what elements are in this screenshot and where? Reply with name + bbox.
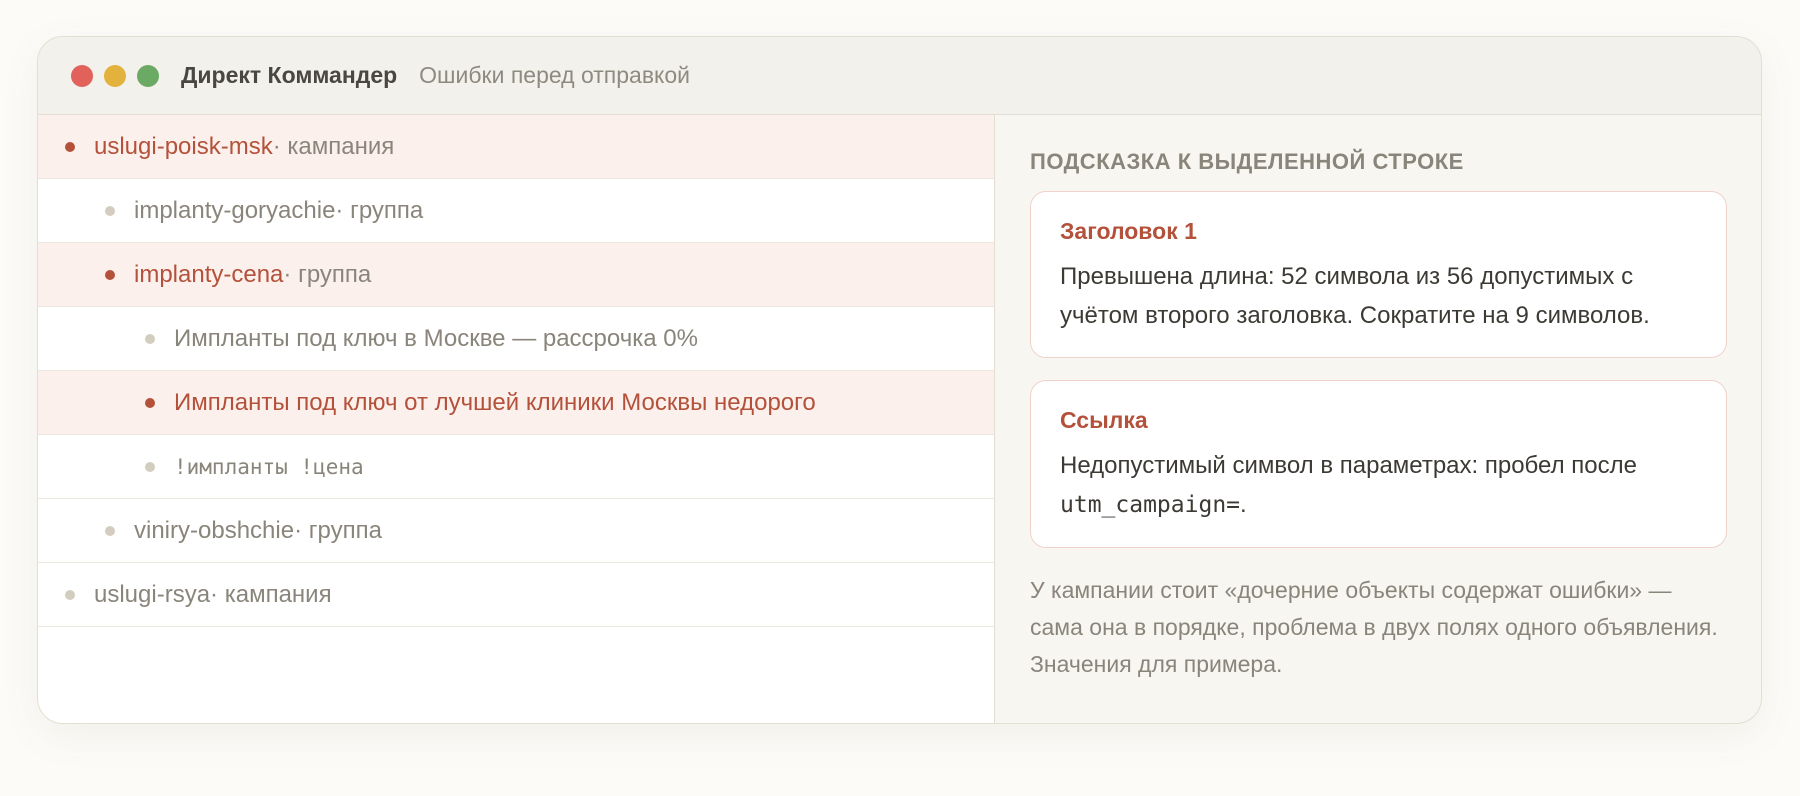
tree-row[interactable]: !импланты !цена [38,435,994,499]
error-bullet-icon [65,141,75,152]
tree-row-name: implanty-goryachie [134,196,336,224]
tree-row-kind: · кампания [210,580,332,608]
tree-row-name: !импланты !цена [174,454,364,479]
tree-row-kind: · группа [283,260,372,288]
tree-row-kind: · группа [294,516,382,544]
bullet-icon [105,525,115,536]
error-bullet-icon [145,397,155,408]
hint-heading: ПОДСКАЗКА К ВЫДЕЛЕННОЙ СТРОКЕ [1030,149,1464,174]
tree-row-name: uslugi-rsya [94,580,211,608]
tree-row[interactable]: uslugi-poisk-msk · кампания [38,115,994,179]
tree-row[interactable]: viniry-obshchie · группа [38,499,994,563]
bullet-icon [105,205,115,216]
hint-panel: ПОДСКАЗКА К ВЫДЕЛЕННОЙ СТРОКЕ Заголовок … [995,115,1761,723]
hint-card-text: Превышена длина: 52 символа из 56 допуст… [1060,263,1650,329]
tree-row-name: implanty-cena [134,260,284,288]
tree-row[interactable]: uslugi-rsya · кампания [38,563,994,627]
bullet-icon [145,333,155,344]
hint-card-text-before: Недопустимый символ в параметрах: пробел… [1060,452,1637,479]
error-tree: uslugi-poisk-msk · кампания implanty-gor… [38,115,995,723]
window-subtitle: Ошибки перед отправкой [419,62,691,88]
tree-row[interactable]: implanty-cena · группа [38,243,994,307]
minimize-window-button[interactable] [104,64,126,87]
maximize-window-button[interactable] [137,64,159,87]
tree-row-name: uslugi-poisk-msk [94,132,273,160]
error-bullet-icon [105,269,115,280]
hint-card-text-after: . [1240,491,1247,518]
hint-card: Заголовок 1 Превышена длина: 52 символа … [1030,191,1727,358]
tree-row-selected[interactable]: Импланты под ключ от лучшей клиники Моск… [38,371,994,435]
main-content: uslugi-poisk-msk · кампания implanty-gor… [38,115,1761,723]
tree-row-kind: · кампания [272,132,395,160]
hint-note: У кампании стоит «дочерние объекты содер… [1030,577,1718,677]
tree-row[interactable]: implanty-goryachie · группа [38,179,994,243]
tree-row[interactable]: Импланты под ключ в Москве — рассрочка 0… [38,307,994,371]
title-bar: Директ Коммандер Ошибки перед отправкой [38,37,1761,115]
hint-card-title: Заголовок 1 [1060,218,1197,244]
tree-row-kind: · группа [335,196,424,224]
tree-row-name: Импланты под ключ в Москве — рассрочка 0… [174,324,698,352]
tree-row-name: Импланты под ключ от лучшей клиники Моск… [174,388,816,416]
app-title: Директ Коммандер [181,62,398,88]
hint-card-code: utm_campaign= [1060,492,1241,518]
app-window: Директ Коммандер Ошибки перед отправкой … [37,36,1762,724]
bullet-icon [65,589,75,600]
hint-card-title: Ссылка [1060,407,1148,433]
close-window-button[interactable] [71,64,93,87]
bullet-icon [145,461,155,472]
hint-card-text: Недопустимый символ в параметрах: пробел… [1060,446,1698,525]
hint-card: Ссылка Недопустимый символ в параметрах:… [1030,380,1727,548]
tree-row-name: viniry-obshchie [134,516,295,544]
